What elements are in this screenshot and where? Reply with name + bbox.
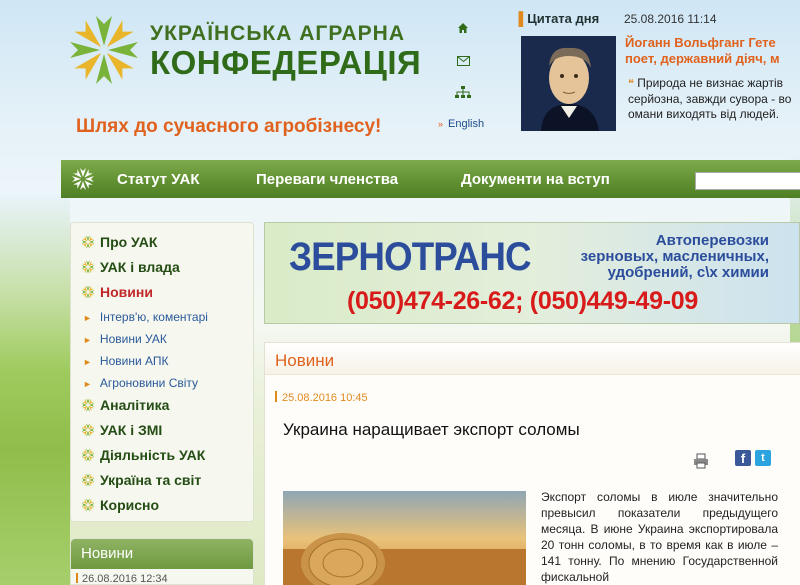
banner-phone-numbers: (050)474-26-62; (050)449-49-09 — [347, 287, 698, 315]
quote-mark-icon: ❝ — [628, 78, 634, 90]
site-slogan: Шлях до сучасного агробізнесу! — [76, 116, 382, 137]
sidebar-news-date-row: 26.08.2016 12:34 — [71, 569, 253, 585]
author-portrait[interactable] — [521, 36, 616, 131]
nav-item-membership[interactable]: Переваги членства — [256, 171, 398, 188]
banner-sub-line-1: Автоперевозки — [655, 232, 769, 249]
flower-icon — [81, 235, 95, 249]
chevron-right-icon: ▐ — [514, 11, 524, 26]
sitemap-icon[interactable] — [438, 86, 488, 102]
flower-icon — [81, 498, 95, 512]
sidebar-item-label[interactable]: УАК і влада — [100, 259, 180, 275]
sidebar-item-label[interactable]: Новини АПК — [100, 354, 169, 368]
brand-name-bottom[interactable]: КОНФЕДЕРАЦІЯ — [150, 44, 421, 82]
main-content: Новини 25.08.2016 10:45 Украина наращива… — [264, 342, 800, 585]
banner-sub-line-3: удобрений, с\х химии — [607, 264, 769, 281]
language-link-english[interactable]: » English — [438, 118, 484, 130]
sidebar-menu: Про УАК УАК і влада Новини ► Інтерв'ю, комен… — [70, 222, 254, 522]
sidebar-item-label[interactable]: Діяльність УАК — [100, 447, 205, 463]
sidebar-item[interactable]: Україна та світ — [71, 469, 253, 494]
sidebar-item[interactable]: Корисно — [71, 494, 253, 519]
sidebar-item-label[interactable]: Новини — [100, 284, 153, 300]
date-marker-icon — [275, 391, 277, 402]
sidebar-item-label[interactable]: Аналітика — [100, 397, 169, 413]
sidebar-item[interactable]: ► Агроновини Світу — [71, 372, 253, 394]
article-date: 25.08.2016 10:45 — [282, 392, 368, 404]
sidebar-item-label[interactable]: Корисно — [100, 497, 159, 513]
sidebar-news-block: Новини 26.08.2016 12:34 — [70, 538, 254, 585]
field-background — [0, 195, 70, 585]
flower-icon — [81, 448, 95, 462]
bullet-icon: ► — [83, 379, 92, 389]
sidebar-item[interactable]: ► Новини УАК — [71, 328, 253, 350]
sidebar-item[interactable]: Аналітика — [71, 394, 253, 419]
banner-title: ЗЕРНОТРАНС — [289, 235, 532, 279]
search-input[interactable] — [695, 172, 800, 190]
sidebar-item[interactable]: УАК і влада — [71, 256, 253, 281]
flower-icon — [81, 260, 95, 274]
mail-icon[interactable] — [438, 54, 488, 70]
sidebar-item-label[interactable]: Інтерв'ю, коментарі — [100, 310, 208, 324]
sidebar-item[interactable]: УАК і ЗМІ — [71, 419, 253, 444]
flower-icon — [81, 473, 95, 487]
quote-line-2: серйозна, завжди сувора - во — [628, 92, 792, 106]
home-icon[interactable] — [438, 22, 488, 38]
banner-subtitle: Автоперевозки зерновых, масленичных, удо… — [581, 233, 769, 281]
article-date-row: 25.08.2016 10:45 — [275, 391, 368, 404]
chevron-right-icon: » — [438, 119, 444, 129]
article-image[interactable] — [283, 491, 526, 585]
twitter-share-icon[interactable]: t — [755, 450, 771, 466]
sidebar-item-label[interactable]: УАК і ЗМІ — [100, 422, 162, 438]
bullet-icon: ► — [83, 357, 92, 367]
facebook-share-icon[interactable]: f — [735, 450, 751, 466]
bullet-icon: ► — [83, 313, 92, 323]
date-marker-icon — [76, 573, 78, 583]
section-title: Новини — [265, 343, 800, 375]
main-navigation: Статут УАК Переваги членства Документи н… — [61, 160, 800, 198]
ad-banner-zernotrans[interactable]: ЗЕРНОТРАНС Автоперевозки зерновых, масле… — [264, 222, 800, 324]
quote-heading-label: Цитата дня — [527, 11, 600, 26]
sidebar-item[interactable]: Новини — [71, 281, 253, 306]
english-label[interactable]: English — [448, 118, 484, 130]
print-icon[interactable] — [693, 453, 709, 469]
quote-line-3: омани виходять від людей. — [628, 107, 780, 121]
quote-heading: ▐ Цитата дня — [514, 11, 599, 26]
brand-name-top[interactable]: УКРАЇНСЬКА АГРАРНА — [150, 22, 405, 46]
sidebar-news-date: 26.08.2016 12:34 — [82, 573, 168, 585]
flower-icon[interactable] — [71, 167, 95, 191]
flower-icon — [81, 398, 95, 412]
banner-sub-line-2: зерновых, масленичных, — [580, 248, 769, 265]
bullet-icon: ► — [83, 335, 92, 345]
quote-date: 25.08.2016 11:14 — [624, 12, 717, 26]
sidebar-item[interactable]: ► Інтерв'ю, коментарі — [71, 306, 253, 328]
sidebar-item-label[interactable]: Про УАК — [100, 234, 157, 250]
uak-logo-icon[interactable] — [64, 10, 144, 90]
sidebar-item-label[interactable]: Україна та світ — [100, 472, 201, 488]
sidebar-item-label[interactable]: Агроновини Світу — [100, 376, 198, 390]
sidebar-item-label[interactable]: Новини УАК — [100, 332, 167, 346]
quote-line-1: Природа не визнає жартів — [637, 76, 783, 90]
flower-icon — [81, 285, 95, 299]
quote-text: ❝ Природа не визнає жартів серйозна, зав… — [628, 76, 800, 122]
header-tools — [438, 22, 508, 118]
quote-author[interactable]: Йоганн Вольфганг Гете поет, державний ді… — [625, 35, 800, 67]
sidebar-item[interactable]: Про УАК — [71, 231, 253, 256]
quote-author-role: поет, державний діяч, м — [625, 51, 780, 66]
sidebar-news-title[interactable]: Новини — [71, 539, 253, 569]
article-body: Экспорт соломы в июле значительно превыс… — [541, 490, 778, 584]
nav-item-documents[interactable]: Документи на вступ — [461, 171, 610, 188]
nav-item-statute[interactable]: Статут УАК — [117, 171, 199, 188]
sidebar-item[interactable]: ► Новини АПК — [71, 350, 253, 372]
flower-icon — [81, 423, 95, 437]
article-title[interactable]: Украина наращивает экспорт соломы — [283, 420, 580, 440]
quote-author-name[interactable]: Йоганн Вольфганг Гете — [625, 35, 800, 51]
sidebar-menu-list: Про УАК УАК і влада Новини ► Інтерв'ю, комен… — [71, 223, 253, 519]
sidebar-item[interactable]: Діяльність УАК — [71, 444, 253, 469]
